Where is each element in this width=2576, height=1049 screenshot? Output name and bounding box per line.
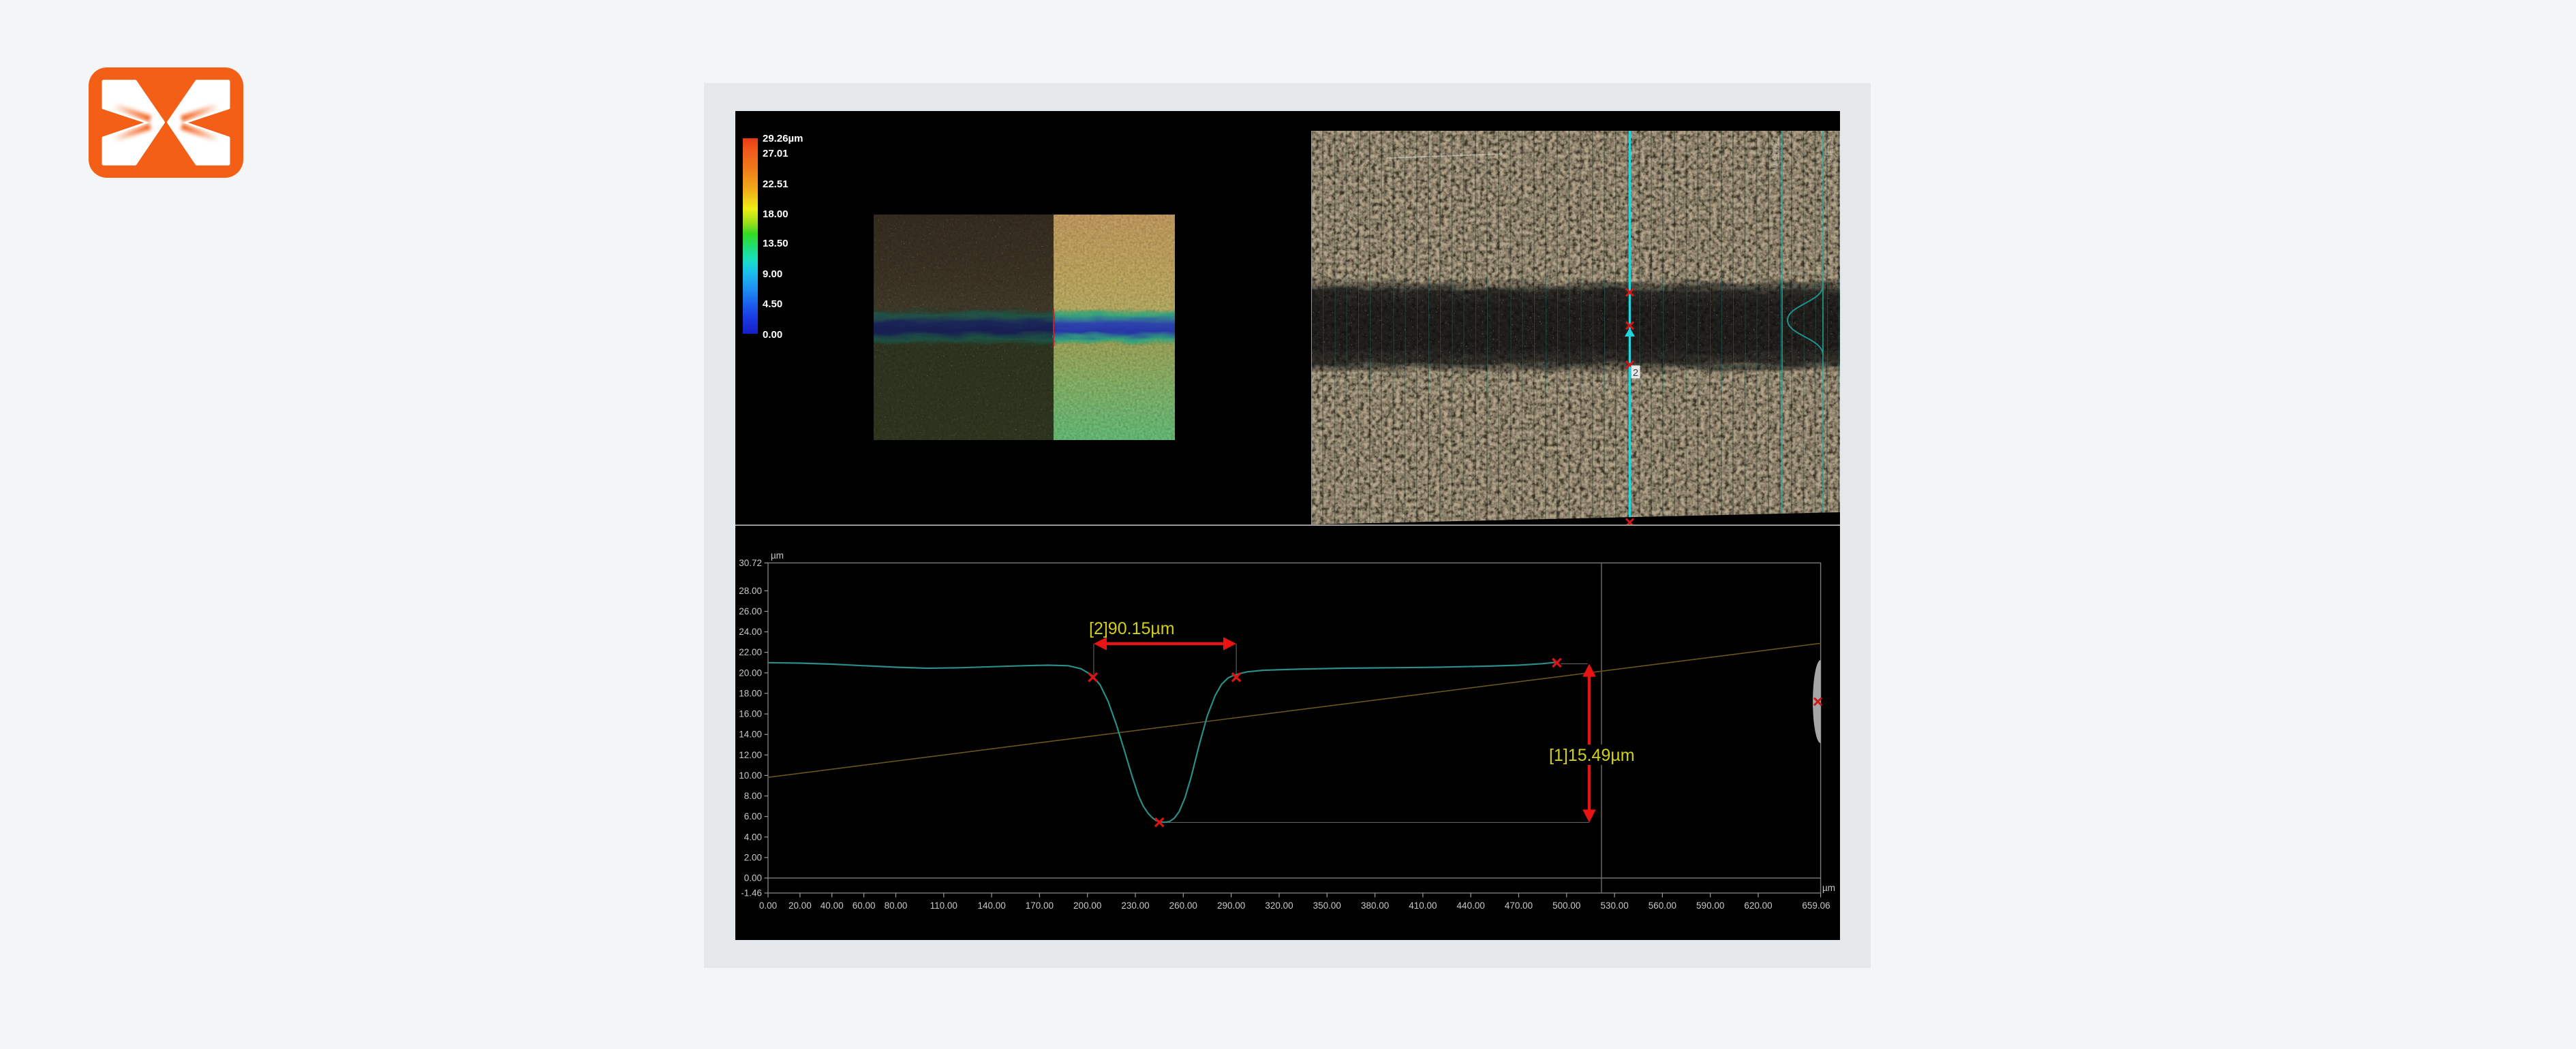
svg-text:320.00: 320.00 <box>1265 901 1293 911</box>
svg-text:12.00: 12.00 <box>739 750 762 760</box>
svg-text:28.00: 28.00 <box>739 586 762 596</box>
svg-text:530.00: 530.00 <box>1600 901 1628 911</box>
svg-text:4.00: 4.00 <box>744 832 762 842</box>
svg-text:30.72: 30.72 <box>739 558 762 568</box>
svg-text:500.00: 500.00 <box>1552 901 1580 911</box>
svg-text:[1]15.49µm: [1]15.49µm <box>1549 746 1635 765</box>
svg-text:0.00: 0.00 <box>759 901 777 911</box>
svg-text:230.00: 230.00 <box>1121 901 1149 911</box>
svg-text:10.00: 10.00 <box>739 770 762 781</box>
svg-text:170.00: 170.00 <box>1026 901 1054 911</box>
svg-text:440.00: 440.00 <box>1457 901 1485 911</box>
svg-text:2: 2 <box>1633 367 1638 379</box>
svg-text:[2]90.15µm: [2]90.15µm <box>1089 619 1175 638</box>
svg-text:40.00: 40.00 <box>821 901 844 911</box>
svg-text:-1.46: -1.46 <box>741 888 762 898</box>
svg-text:14.00: 14.00 <box>739 730 762 740</box>
svg-text:16.00: 16.00 <box>739 709 762 719</box>
svg-text:6.00: 6.00 <box>744 811 762 821</box>
svg-text:290.00: 290.00 <box>1217 901 1245 911</box>
svg-text:µm: µm <box>771 550 784 561</box>
svg-text:620.00: 620.00 <box>1744 901 1772 911</box>
svg-text:380.00: 380.00 <box>1361 901 1389 911</box>
svg-text:2.00: 2.00 <box>744 852 762 862</box>
svg-text:60.00: 60.00 <box>853 901 876 911</box>
svg-text:659.06: 659.06 <box>1802 901 1830 911</box>
svg-text:18.00: 18.00 <box>739 688 762 698</box>
svg-text:26.00: 26.00 <box>739 606 762 616</box>
svg-text:200.00: 200.00 <box>1073 901 1101 911</box>
svg-text:8.00: 8.00 <box>744 791 762 801</box>
svg-text:470.00: 470.00 <box>1505 901 1533 911</box>
svg-text:22.00: 22.00 <box>739 647 762 657</box>
svg-text:µm: µm <box>1822 883 1835 893</box>
svg-text:590.00: 590.00 <box>1696 901 1724 911</box>
svg-text:260.00: 260.00 <box>1169 901 1197 911</box>
svg-text:20.00: 20.00 <box>739 668 762 678</box>
svg-text:110.00: 110.00 <box>930 901 957 911</box>
svg-text:0.00: 0.00 <box>744 873 762 883</box>
svg-text:140.00: 140.00 <box>977 901 1005 911</box>
svg-text:20.00: 20.00 <box>788 901 812 911</box>
svg-text:410.00: 410.00 <box>1409 901 1437 911</box>
svg-text:350.00: 350.00 <box>1313 901 1341 911</box>
svg-text:24.00: 24.00 <box>739 627 762 637</box>
svg-text:560.00: 560.00 <box>1649 901 1676 911</box>
svg-text:80.00: 80.00 <box>885 901 908 911</box>
